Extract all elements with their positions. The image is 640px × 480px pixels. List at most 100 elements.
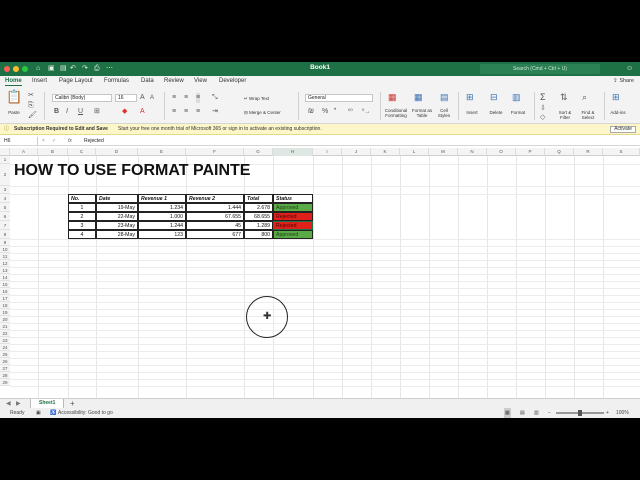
column-header[interactable]: D xyxy=(96,148,138,156)
table-cell[interactable]: 45 xyxy=(186,221,244,230)
increase-decimal-icon[interactable]: ⁰⁰ xyxy=(348,107,353,117)
name-box[interactable]: H6 xyxy=(4,137,38,145)
tab-formulas[interactable]: Formulas xyxy=(104,78,129,84)
format-cells-label[interactable]: Format xyxy=(509,110,527,115)
row-header[interactable]: 11 xyxy=(0,253,10,260)
increase-font-icon[interactable]: A xyxy=(140,93,145,103)
table-header-cell[interactable]: Revenue 1 xyxy=(138,194,186,203)
table-header-cell[interactable]: No. xyxy=(68,194,96,203)
row-header[interactable]: 12 xyxy=(0,260,10,267)
number-format-select[interactable]: General xyxy=(305,94,373,102)
column-header[interactable]: P xyxy=(516,148,545,156)
add-sheet-icon[interactable]: + xyxy=(70,399,75,408)
status-cell[interactable]: Approved xyxy=(273,230,313,239)
cell-styles-icon[interactable]: ▤ xyxy=(440,92,449,102)
formula-input[interactable]: Rejected xyxy=(84,136,104,146)
table-cell[interactable]: 1.244 xyxy=(138,221,186,230)
table-header-cell[interactable]: Date xyxy=(96,194,138,203)
table-header-cell[interactable]: Revenue 2 xyxy=(186,194,244,203)
column-header[interactable]: N xyxy=(458,148,487,156)
tab-developer[interactable]: Developer xyxy=(219,78,246,84)
column-header[interactable]: F xyxy=(186,148,244,156)
table-cell[interactable]: 800 xyxy=(244,230,273,239)
merge-center-button[interactable]: ⊟ Merge & Center xyxy=(244,110,281,115)
sheet-title-cell[interactable]: HOW TO USE FORMAT PAINTE xyxy=(14,162,250,180)
format-painter-icon[interactable]: 🖌 xyxy=(28,111,37,121)
table-cell[interactable]: 19-May xyxy=(96,203,138,212)
format-cells-icon[interactable]: ▥ xyxy=(512,92,521,102)
tab-review[interactable]: Review xyxy=(164,78,184,84)
indent-icon[interactable]: ⇥ xyxy=(212,107,218,117)
currency-icon[interactable]: ₪ xyxy=(308,107,314,117)
table-cell[interactable]: 23-May xyxy=(96,221,138,230)
format-as-table-label[interactable]: Format as Table xyxy=(410,108,434,118)
format-as-table-icon[interactable]: ▦ xyxy=(414,92,423,102)
table-cell[interactable]: 1.444 xyxy=(186,203,244,212)
account-icon[interactable]: ☺ xyxy=(626,64,633,74)
paste-label[interactable]: Paste xyxy=(6,110,22,115)
autosum-icon[interactable]: Σ xyxy=(540,92,546,102)
column-header[interactable]: H xyxy=(273,148,313,156)
column-header[interactable]: M xyxy=(429,148,458,156)
column-header[interactable]: I xyxy=(313,148,342,156)
activate-button[interactable]: Activate xyxy=(610,126,636,133)
normal-view-icon[interactable]: ▦ xyxy=(504,408,511,418)
page-layout-view-icon[interactable]: ▤ xyxy=(520,408,525,418)
cut-icon[interactable]: ✂ xyxy=(28,91,34,101)
align-left-icon[interactable]: ≡ xyxy=(172,107,176,117)
row-header[interactable]: 14 xyxy=(0,274,10,281)
row-header[interactable]: 16 xyxy=(0,288,10,295)
accessibility-icon[interactable]: ♿ xyxy=(50,408,56,418)
row-header[interactable]: 13 xyxy=(0,267,10,274)
table-cell[interactable]: 2.678 xyxy=(244,203,273,212)
column-header[interactable]: A xyxy=(10,148,38,156)
search-input[interactable]: Search (Cmd + Ctrl + U) xyxy=(480,64,600,74)
sort-filter-label[interactable]: Sort & Filter xyxy=(554,110,576,120)
percent-icon[interactable]: % xyxy=(322,107,328,117)
table-cell[interactable]: 1.289 xyxy=(244,221,273,230)
tab-data[interactable]: Data xyxy=(141,78,154,84)
wrap-text-button[interactable]: ↵ Wrap Text xyxy=(244,96,269,101)
row-header[interactable]: 15 xyxy=(0,281,10,288)
table-cell[interactable]: 677 xyxy=(186,230,244,239)
row-header[interactable]: 27 xyxy=(0,365,10,372)
function-icon[interactable]: fx xyxy=(68,136,72,146)
column-header[interactable]: G xyxy=(244,148,273,156)
row-header[interactable]: 6 xyxy=(0,212,10,221)
cell-styles-label[interactable]: Cell Styles xyxy=(434,108,454,118)
select-all-corner[interactable] xyxy=(0,148,10,156)
status-cell[interactable]: Rejected xyxy=(273,212,313,221)
row-header[interactable]: 10 xyxy=(0,246,10,253)
column-header[interactable]: J xyxy=(342,148,371,156)
font-color-icon[interactable]: A xyxy=(140,107,145,117)
font-size-select[interactable]: 16 xyxy=(115,94,137,102)
row-header[interactable]: 18 xyxy=(0,302,10,309)
column-header[interactable]: L xyxy=(400,148,429,156)
column-header[interactable]: K xyxy=(371,148,400,156)
page-break-view-icon[interactable]: ▥ xyxy=(534,408,539,418)
cancel-icon[interactable]: × xyxy=(42,136,45,146)
sort-filter-icon[interactable]: ⇅ xyxy=(560,92,568,102)
align-bottom-icon[interactable]: ≡ xyxy=(196,93,201,103)
share-button[interactable]: ⇪ Share xyxy=(613,78,634,84)
row-header[interactable]: 20 xyxy=(0,316,10,323)
table-cell[interactable]: 1.234 xyxy=(138,203,186,212)
table-cell[interactable]: 3 xyxy=(68,221,96,230)
enter-icon[interactable]: ✓ xyxy=(52,136,56,146)
italic-icon[interactable]: I xyxy=(66,107,68,117)
tab-home[interactable]: Home xyxy=(5,78,22,86)
table-cell[interactable]: 67.655 xyxy=(186,212,244,221)
tab-view[interactable]: View xyxy=(194,78,207,84)
column-header[interactable]: O xyxy=(487,148,516,156)
row-header[interactable]: 5 xyxy=(0,203,10,212)
column-header[interactable]: B xyxy=(38,148,68,156)
align-top-icon[interactable]: ≡ xyxy=(172,93,176,103)
conditional-formatting-label[interactable]: Conditional Formatting xyxy=(382,108,410,118)
copy-icon[interactable]: ⎘ xyxy=(28,101,34,111)
insert-cells-label[interactable]: Insert xyxy=(464,110,480,115)
align-center-icon[interactable]: ≡ xyxy=(184,107,188,117)
zoom-slider-thumb[interactable] xyxy=(578,410,582,416)
column-header[interactable]: E xyxy=(138,148,186,156)
row-header[interactable]: 8 xyxy=(0,230,10,239)
accessibility-status[interactable]: Accessibility: Good to go xyxy=(58,408,113,418)
